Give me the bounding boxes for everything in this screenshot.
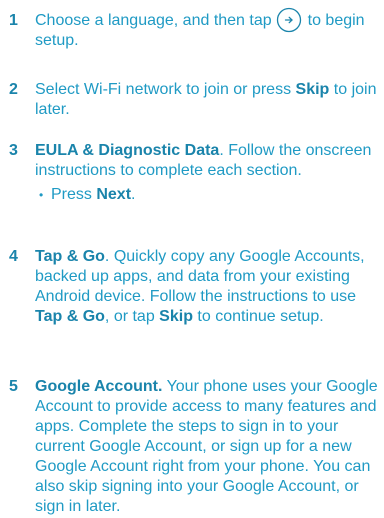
step-text-part: Select Wi-Fi network to join or press [35,81,296,98]
bullet-text: . [131,186,136,203]
step-text: Choose a language, and then tap to begin… [35,7,380,51]
step-emphasis: Google Account. [35,378,163,395]
step-number: 4 [9,248,18,265]
bullet-dot: • [39,188,44,202]
step-emphasis: Tap & Go [35,248,105,265]
step-text: EULA & Diagnostic Data. Follow the onscr… [35,141,380,205]
arrow-right-circle-icon [276,7,301,32]
step-number: 3 [9,142,18,159]
step-text-part: Choose a language, and then tap [35,12,272,29]
step-number: 1 [9,12,18,29]
step-text: Select Wi-Fi network to join or press Sk… [35,80,380,120]
step-emphasis: Tap & Go [35,308,105,325]
bullet-text: Press [51,186,97,203]
step-text: Tap & Go. Quickly copy any Google Accoun… [35,247,380,327]
step-text: Google Account. Your phone uses your Goo… [35,377,380,517]
step-number: 5 [9,378,18,395]
step-emphasis: Skip [295,81,330,98]
step-emphasis: EULA & Diagnostic Data [35,142,220,159]
step-text-part: Your phone uses your Google Account to p… [35,378,378,515]
step-number: 2 [9,81,18,98]
bullet-item: • Press Next. [35,185,380,205]
step-text-part: , or tap [104,308,160,325]
step-text-part: to continue setup. [192,308,324,325]
step-emphasis: Skip [159,308,193,325]
bullet-emphasis: Next [96,186,132,203]
